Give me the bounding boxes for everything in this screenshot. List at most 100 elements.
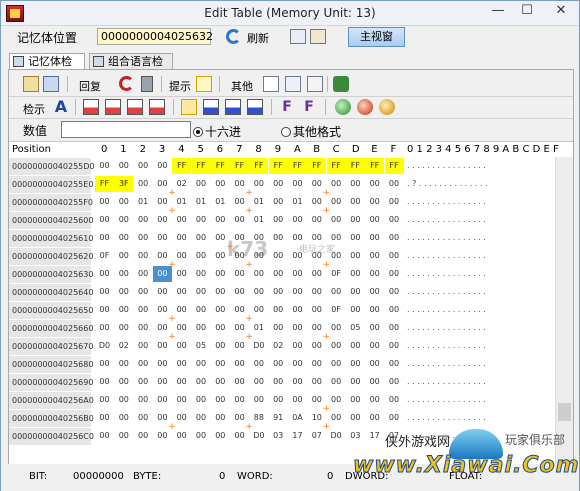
hex-cell[interactable]: 00	[211, 410, 230, 426]
table-row[interactable]: 0000000004025620 0F 00 00 00 00 00 00 00 00 00 00 00…	[9, 248, 573, 266]
table-row[interactable]: 00000000040255E0 FF 3F 00 00 02 00 00 00 00 00 00 00…	[9, 176, 573, 194]
hex-cell[interactable]: 00	[114, 320, 133, 336]
hex-cell[interactable]: 00	[114, 212, 133, 228]
hex-cell[interactable]: 00	[346, 284, 365, 300]
hex-cell[interactable]: 00	[346, 374, 365, 390]
hex-cell[interactable]: 00	[114, 410, 133, 426]
word-hex-icon[interactable]	[203, 99, 219, 115]
hex-cell[interactable]: 00	[211, 374, 230, 390]
hex-cell[interactable]: 00	[365, 356, 384, 372]
hex-cell[interactable]: 00	[385, 194, 404, 210]
hex-cell[interactable]: 03	[269, 428, 288, 444]
hex-cell[interactable]: 00	[95, 230, 114, 246]
hex-cell[interactable]: 00	[134, 392, 153, 408]
hex-cell[interactable]: 00	[269, 302, 288, 318]
hex-cell[interactable]: 00	[365, 284, 384, 300]
hex-cell[interactable]: 00	[249, 230, 268, 246]
hex-cell[interactable]: 00	[211, 338, 230, 354]
hex-cell[interactable]: 00	[365, 176, 384, 192]
hex-cell[interactable]: 00	[192, 392, 211, 408]
hex-cell[interactable]: 00	[288, 374, 307, 390]
hex-cell[interactable]: 00	[114, 356, 133, 372]
hex-cell[interactable]: 00	[346, 230, 365, 246]
tab-memory-view[interactable]: 记忆体检示	[9, 53, 85, 83]
hex-cell[interactable]: 00	[307, 356, 326, 372]
users-icon[interactable]	[43, 76, 59, 92]
hex-cell[interactable]: 00	[134, 374, 153, 390]
hex-cell[interactable]: 00	[134, 158, 153, 174]
hex-cell[interactable]: 00	[327, 230, 346, 246]
hex-cell[interactable]: 00	[153, 230, 172, 246]
hex-cell[interactable]: 00	[385, 374, 404, 390]
hex-cell[interactable]: 00	[307, 374, 326, 390]
hex-cell[interactable]: 00	[346, 176, 365, 192]
hint-button[interactable]: 提示	[169, 78, 191, 94]
hex-cell[interactable]: 00	[95, 410, 114, 426]
hex-cell[interactable]: 00	[365, 302, 384, 318]
hex-cell[interactable]: 00	[327, 356, 346, 372]
refresh-button[interactable]: 刷新	[247, 30, 269, 46]
hex-cell[interactable]: 00	[192, 302, 211, 318]
hex-cell[interactable]: 00	[365, 410, 384, 426]
hex-cell[interactable]: FF	[230, 158, 250, 174]
hex-cell[interactable]: 00	[134, 428, 153, 444]
hex-cell[interactable]: 00	[114, 158, 133, 174]
hex-cell[interactable]: 00	[288, 320, 307, 336]
hex-cell[interactable]: 00	[288, 266, 307, 282]
hex-cell[interactable]: 00	[172, 230, 191, 246]
hex-cell[interactable]: 00	[134, 302, 153, 318]
hex-cell[interactable]: 00	[365, 248, 384, 264]
font-a-icon[interactable]: A	[53, 99, 69, 115]
table-row[interactable]: 0000000004025610 00 00 00 00 00 00 00 00 00 00 00 00…	[9, 230, 573, 248]
radio-other-format[interactable]: 其他格式	[281, 123, 341, 140]
hex-cell[interactable]: 00	[114, 230, 133, 246]
refresh-icon[interactable]	[226, 29, 241, 44]
hex-cell[interactable]: 00	[269, 356, 288, 372]
hex-cell[interactable]: 00	[134, 320, 153, 336]
hex-cell[interactable]: 00	[211, 356, 230, 372]
stack-icon[interactable]	[333, 76, 349, 92]
hex-cell[interactable]: 00	[288, 230, 307, 246]
hex-cell[interactable]: 00	[346, 338, 365, 354]
hex-cell[interactable]: 00	[172, 284, 191, 300]
float-icon[interactable]: F	[279, 99, 295, 115]
hex-cell[interactable]: 00	[385, 320, 404, 336]
undo-icon[interactable]	[119, 76, 134, 91]
hex-cell[interactable]: 00	[153, 158, 172, 174]
hex-cell[interactable]: FF	[191, 158, 211, 174]
double-icon[interactable]: F	[301, 99, 317, 115]
book-icon[interactable]	[310, 29, 326, 44]
hex-cell[interactable]: 00	[134, 410, 153, 426]
hex-cell[interactable]: 00	[95, 320, 114, 336]
dword-dec-icon[interactable]	[127, 99, 143, 115]
hex-cell[interactable]: 00	[211, 428, 230, 444]
hex-cell[interactable]: 00	[211, 212, 230, 228]
hex-cell[interactable]: 02	[269, 338, 288, 354]
hex-cell[interactable]: 17	[288, 428, 307, 444]
hex-cell[interactable]: 00	[172, 356, 191, 372]
hex-cell[interactable]: 00	[95, 284, 114, 300]
table-row[interactable]: 00000000040255F0 00 00 01 00 01 01 01 00 01 00 01 00…	[9, 194, 573, 212]
hex-cell[interactable]: 91	[269, 410, 288, 426]
hex-cell[interactable]: 00	[211, 266, 230, 282]
hex-cell[interactable]: 3F	[114, 176, 134, 192]
hex-cell[interactable]: 00	[346, 356, 365, 372]
hex-cell[interactable]: 00	[114, 374, 133, 390]
hex-cell[interactable]: FF	[210, 158, 230, 174]
radio-hex[interactable]: 十六进	[193, 123, 241, 140]
byte-hex-icon[interactable]	[181, 99, 197, 115]
hex-cell[interactable]: 00	[269, 248, 288, 264]
word-dec-icon[interactable]	[105, 99, 121, 115]
hex-cell[interactable]: 00	[211, 320, 230, 336]
hex-cell[interactable]: 00	[365, 374, 384, 390]
hex-cell[interactable]: 00	[192, 410, 211, 426]
address-input[interactable]: 0000000004025632	[97, 28, 213, 45]
hex-cell[interactable]: 00	[385, 212, 404, 228]
hex-cell[interactable]: 05	[346, 320, 365, 336]
hex-cell[interactable]: 00	[192, 248, 211, 264]
hex-cell[interactable]: 00	[327, 374, 346, 390]
hex-cell[interactable]: 00	[95, 356, 114, 372]
hex-cell[interactable]: 00	[269, 212, 288, 228]
hex-cell[interactable]: 00	[346, 410, 365, 426]
hex-cell[interactable]: 00	[172, 392, 191, 408]
